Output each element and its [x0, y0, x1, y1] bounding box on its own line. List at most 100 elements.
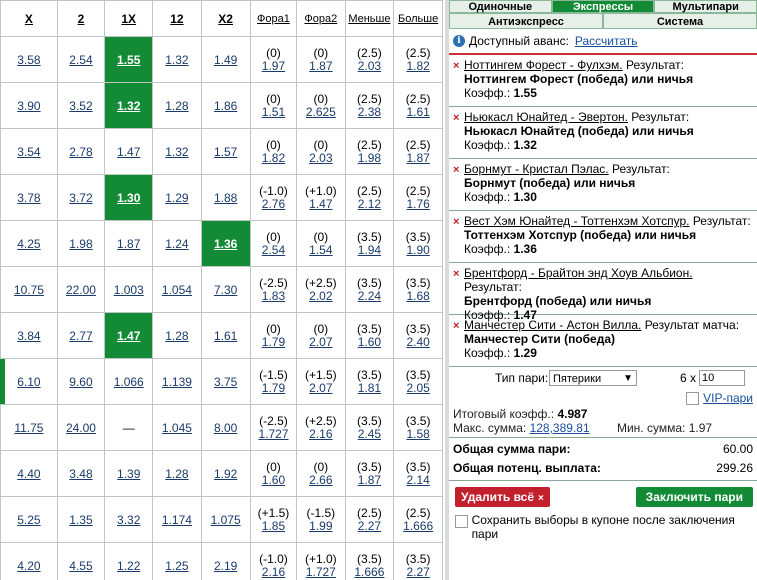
- tab-antiexpress[interactable]: Антиэкспресс: [449, 13, 603, 29]
- tab-single[interactable]: Одиночные: [449, 0, 552, 13]
- odds-cell-handicap1[interactable]: (-1.0) 2.16: [249, 542, 298, 580]
- odds-cell-x2[interactable]: 1.36: [200, 220, 251, 267]
- odds-value[interactable]: 3.54: [17, 145, 40, 159]
- odds-value[interactable]: 2.77: [69, 329, 92, 343]
- odds-cell-two[interactable]: 2.77: [56, 312, 106, 359]
- header-x[interactable]: X: [0, 0, 58, 37]
- bet-match[interactable]: Вест Хэм Юнайтед - Тоттенхэм Хотспур.: [464, 214, 689, 228]
- keep-selections-option[interactable]: Сохранить выборы в купоне после заключен…: [449, 507, 757, 541]
- odds-cell-total-over[interactable]: (3.5) 1.58: [393, 404, 443, 451]
- odds-cell-total-over[interactable]: (2.5) 1.82: [393, 36, 443, 83]
- odds-cell-handicap1[interactable]: (0) 1.97: [249, 36, 298, 83]
- max-sum-link[interactable]: 128,389.81: [530, 421, 590, 435]
- odds-value[interactable]: 1.98: [69, 237, 92, 251]
- odds-cell-handicap2[interactable]: (+1.0) 1.47: [296, 174, 346, 221]
- odds-cell-x[interactable]: 3.54: [0, 128, 58, 175]
- odds-cell-two[interactable]: 4.55: [56, 542, 106, 580]
- odds-value[interactable]: 1.32: [165, 53, 188, 67]
- odds-cell-handicap1[interactable]: (-1.5) 1.79: [249, 358, 298, 405]
- odds-value[interactable]: 3.84: [17, 329, 40, 343]
- odds-value[interactable]: 1.76: [406, 197, 429, 211]
- odds-value[interactable]: 1.666: [354, 565, 384, 579]
- odds-value[interactable]: 1.29: [165, 191, 188, 205]
- odds-cell-handicap2[interactable]: (+2.5) 2.02: [296, 266, 346, 313]
- remove-bet-icon[interactable]: ×: [453, 215, 459, 229]
- odds-value[interactable]: 1.28: [165, 99, 188, 113]
- odds-value[interactable]: 2.24: [358, 289, 381, 303]
- odds-value[interactable]: 1.36: [214, 237, 237, 251]
- odds-value[interactable]: 1.47: [117, 145, 140, 159]
- odds-value[interactable]: 1.60: [262, 473, 285, 487]
- odds-value[interactable]: 1.32: [165, 145, 188, 159]
- odds-cell-x2[interactable]: 1.86: [200, 82, 251, 129]
- odds-value[interactable]: 1.60: [358, 335, 381, 349]
- odds-cell-onex[interactable]: 1.22: [104, 542, 154, 580]
- odds-value[interactable]: 1.174: [162, 513, 192, 527]
- odds-cell-handicap2[interactable]: (+1.0) 1.727: [296, 542, 346, 580]
- odds-cell-total-under[interactable]: (3.5) 2.45: [344, 404, 395, 451]
- odds-cell-total-under[interactable]: (3.5) 1.60: [344, 312, 395, 359]
- odds-cell-onetwo[interactable]: 1.174: [152, 496, 202, 543]
- odds-cell-x[interactable]: 3.90: [0, 82, 58, 129]
- tab-system[interactable]: Система: [603, 13, 757, 29]
- odds-value[interactable]: 4.55: [69, 559, 92, 573]
- odds-value[interactable]: 1.79: [262, 381, 285, 395]
- odds-cell-total-over[interactable]: (3.5) 2.40: [393, 312, 443, 359]
- odds-cell-x[interactable]: 5.25: [0, 496, 58, 543]
- odds-value[interactable]: 2.16: [309, 427, 332, 441]
- odds-value[interactable]: 4.25: [17, 237, 40, 251]
- odds-value[interactable]: 2.45: [358, 427, 381, 441]
- header-fora1[interactable]: Фора1: [249, 0, 298, 37]
- header-1x[interactable]: 1X: [104, 0, 154, 37]
- odds-value[interactable]: 1.075: [211, 513, 241, 527]
- odds-cell-handicap2[interactable]: (0) 1.87: [296, 36, 346, 83]
- odds-value[interactable]: 1.47: [309, 197, 332, 211]
- odds-cell-two[interactable]: 22.00: [56, 266, 106, 313]
- header-12[interactable]: 12: [152, 0, 202, 37]
- odds-value[interactable]: 1.28: [165, 329, 188, 343]
- odds-cell-total-over[interactable]: (2.5) 1.87: [393, 128, 443, 175]
- odds-cell-x[interactable]: 3.84: [0, 312, 58, 359]
- odds-cell-x[interactable]: 4.20: [0, 542, 58, 580]
- odds-cell-two[interactable]: 2.78: [56, 128, 106, 175]
- odds-cell-x2[interactable]: 3.75: [200, 358, 251, 405]
- odds-value[interactable]: 1.86: [214, 99, 237, 113]
- odds-cell-total-over[interactable]: (3.5) 2.14: [393, 450, 443, 497]
- odds-cell-handicap2[interactable]: (0) 2.03: [296, 128, 346, 175]
- bet-match[interactable]: Ньюкасл Юнайтед - Эвертон.: [464, 110, 628, 124]
- bet-type-select[interactable]: Пятерики ▼: [549, 370, 637, 386]
- odds-value[interactable]: 4.20: [17, 559, 40, 573]
- odds-cell-onetwo[interactable]: 1.28: [152, 82, 202, 129]
- header-x2[interactable]: X2: [200, 0, 251, 37]
- odds-value[interactable]: 1.47: [117, 329, 140, 343]
- odds-cell-total-over[interactable]: (3.5) 2.27: [393, 542, 443, 580]
- odds-value[interactable]: 1.82: [406, 59, 429, 73]
- header-less[interactable]: Меньше: [344, 0, 395, 37]
- odds-cell-onex[interactable]: 1.55: [104, 36, 154, 83]
- odds-cell-x[interactable]: 11.75: [0, 404, 58, 451]
- header-more[interactable]: Больше: [393, 0, 443, 37]
- odds-value[interactable]: 1.727: [258, 427, 288, 441]
- odds-value[interactable]: —: [123, 421, 135, 435]
- odds-value[interactable]: 1.61: [214, 329, 237, 343]
- odds-value[interactable]: 4.40: [17, 467, 40, 481]
- odds-value[interactable]: 2.66: [309, 473, 332, 487]
- odds-cell-onetwo[interactable]: 1.054: [152, 266, 202, 313]
- odds-value[interactable]: 1.61: [406, 105, 429, 119]
- odds-cell-two[interactable]: 3.48: [56, 450, 106, 497]
- odds-cell-handicap1[interactable]: (0) 1.79: [249, 312, 298, 359]
- odds-value[interactable]: 10.75: [14, 283, 44, 297]
- odds-value[interactable]: 1.88: [214, 191, 237, 205]
- odds-cell-total-under[interactable]: (3.5) 2.24: [344, 266, 395, 313]
- odds-value[interactable]: 1.39: [117, 467, 140, 481]
- odds-cell-onex[interactable]: 3.32: [104, 496, 154, 543]
- odds-value[interactable]: 1.85: [262, 519, 285, 533]
- odds-value[interactable]: 1.22: [117, 559, 140, 573]
- odds-cell-x[interactable]: 3.78: [0, 174, 58, 221]
- odds-cell-onex[interactable]: 1.003: [104, 266, 154, 313]
- odds-value[interactable]: 2.07: [309, 381, 332, 395]
- odds-value[interactable]: 1.25: [165, 559, 188, 573]
- tab-express[interactable]: Экспрессы: [551, 0, 655, 13]
- keep-selections-checkbox[interactable]: [455, 515, 468, 528]
- odds-value[interactable]: 1.68: [406, 289, 429, 303]
